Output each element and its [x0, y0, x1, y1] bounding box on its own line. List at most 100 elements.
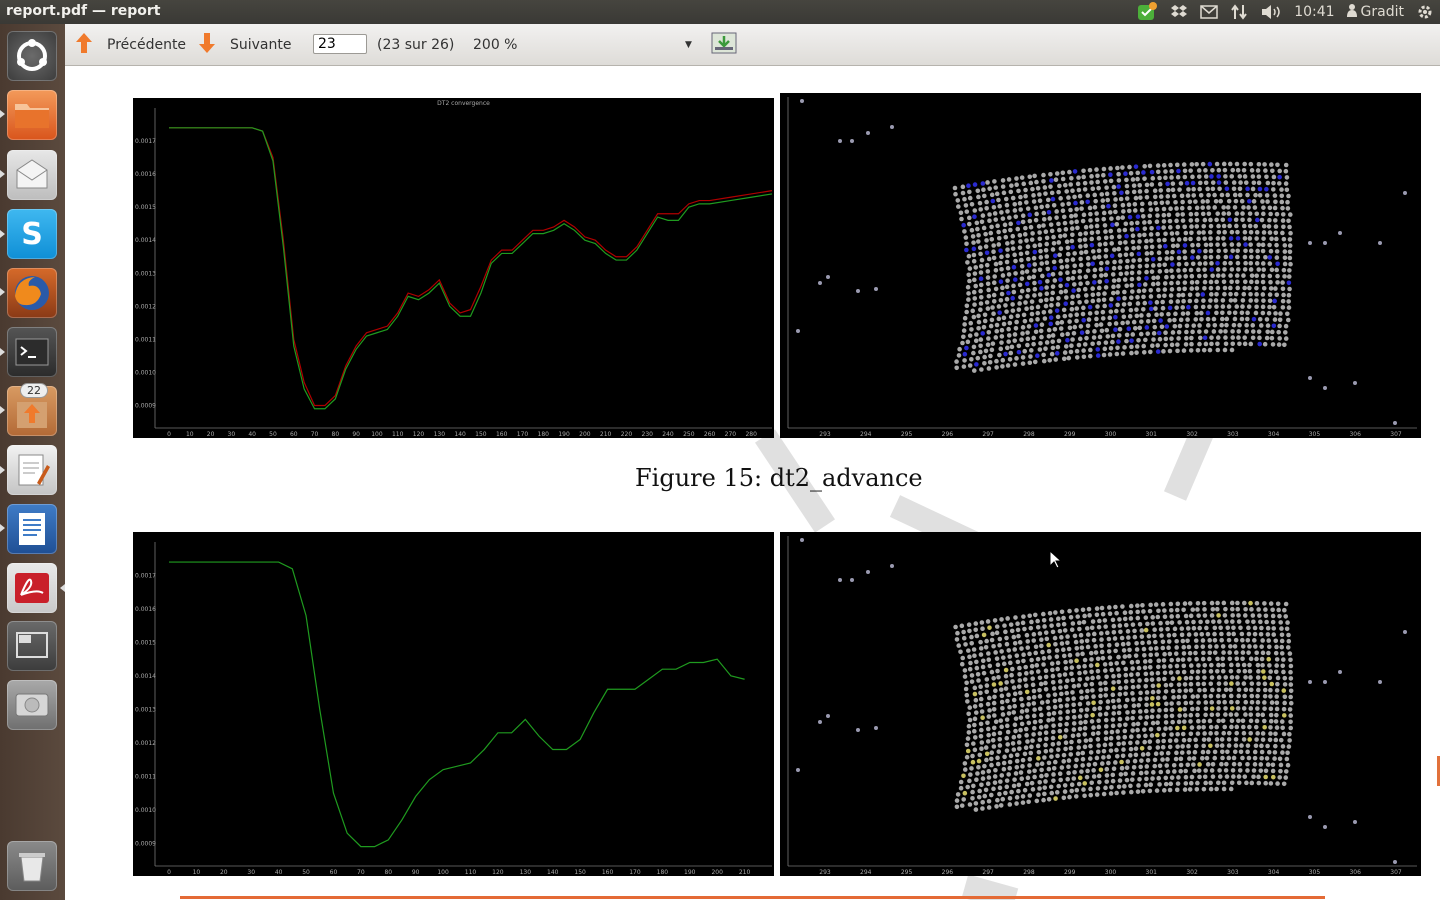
particle-point: [1254, 285, 1259, 291]
particle-point: [1273, 638, 1279, 644]
particle-point: [1179, 205, 1185, 211]
particle-point: [964, 754, 970, 760]
save-copy-button[interactable]: [711, 24, 737, 65]
particle-point: [1203, 248, 1208, 254]
particle-point: [1090, 712, 1095, 718]
particle-point: [1076, 620, 1082, 626]
network-icon[interactable]: [1224, 0, 1254, 24]
particle-point: [1286, 305, 1292, 310]
particle-point: [971, 246, 977, 252]
particle-point: [1254, 656, 1259, 662]
particle-point: [1268, 669, 1273, 674]
particle-point: [1170, 187, 1176, 193]
next-page-button[interactable]: Suivante: [196, 24, 292, 65]
particle-point: [1280, 298, 1286, 304]
particle-point: [1089, 681, 1095, 687]
particle-point: [1249, 607, 1254, 612]
particle-point: [1097, 712, 1103, 717]
particle-point: [1008, 189, 1014, 195]
dash-home-button[interactable]: [7, 31, 57, 81]
particle-point: [1179, 632, 1185, 638]
launcher-files[interactable]: [7, 90, 57, 140]
particle-point: [1248, 718, 1254, 724]
particle-point: [973, 621, 979, 626]
x-tick-label: 299: [1064, 431, 1076, 438]
launcher-firefox[interactable]: [7, 268, 57, 318]
particle-point: [1044, 254, 1050, 259]
page-number-input[interactable]: [313, 34, 367, 54]
dropbox-icon[interactable]: [1164, 0, 1194, 24]
launcher-software-updater[interactable]: 22: [7, 383, 57, 436]
particle-point: [1105, 699, 1111, 704]
system-gear-icon[interactable]: [1410, 0, 1440, 24]
particle-point: [1271, 304, 1277, 310]
particle-point: [1155, 281, 1161, 287]
document-view[interactable]: 0 10 20 30 40 50 60 70 80 90 100 110 120 130 140 150 160…: [65, 66, 1440, 900]
particle-point: [1084, 299, 1089, 304]
particle-point: [1031, 725, 1037, 731]
particle-point: [1206, 211, 1212, 217]
particle-point: [1099, 761, 1105, 766]
particle-point: [981, 225, 987, 231]
particle-point: [1110, 339, 1115, 345]
launcher-trash[interactable]: [7, 841, 57, 891]
particle-point: [1083, 249, 1089, 255]
particle-point: [1182, 280, 1188, 285]
particle-point: [1132, 208, 1138, 213]
particle-point: [969, 673, 975, 678]
particle-point: [1216, 248, 1221, 254]
particle-point: [1043, 686, 1049, 692]
particle-point: [1279, 199, 1285, 205]
particle-point: [1108, 748, 1114, 753]
launcher-workspace-switcher[interactable]: [7, 621, 57, 671]
particle-point: [1224, 316, 1230, 322]
volume-icon[interactable]: [1254, 0, 1288, 24]
user-menu[interactable]: Gradit: [1341, 0, 1410, 24]
particle-point: [990, 631, 995, 637]
launcher-terminal[interactable]: [7, 327, 57, 377]
particle-point: [1004, 680, 1009, 685]
particle-point: [1190, 607, 1196, 612]
particle-point: [1032, 286, 1038, 292]
particle-point: [993, 650, 998, 655]
particle-point: [1020, 794, 1026, 799]
mail-icon[interactable]: [1194, 0, 1224, 24]
scatter-plot-1: 293 294 295 296 297 298 299 300 301 302 303 304 305 3…: [780, 93, 1421, 438]
particle-point: [1077, 193, 1083, 199]
particle-point: [1033, 650, 1039, 656]
launcher-pdf-viewer[interactable]: [7, 563, 57, 613]
clock[interactable]: 10:41: [1288, 0, 1340, 24]
launcher-disk[interactable]: [7, 680, 57, 730]
particle-point: [969, 201, 975, 207]
particle-point: [1210, 687, 1215, 693]
zoom-select[interactable]: 200 % ▼: [473, 24, 697, 65]
particle-point: [1046, 272, 1052, 278]
particle-point: [1248, 687, 1254, 693]
particle-point: [1168, 299, 1174, 305]
particle-point: [1202, 731, 1207, 736]
particle-point: [1121, 790, 1126, 795]
particle-point: [1079, 200, 1085, 205]
particle-point: [1154, 646, 1159, 651]
launcher-text-editor[interactable]: [7, 445, 57, 495]
particle-point: [1261, 223, 1267, 229]
particle-point: [1260, 261, 1266, 266]
particle-point: [1031, 632, 1037, 637]
particle-point: [1231, 322, 1237, 328]
launcher-writer[interactable]: [7, 504, 57, 554]
particle-point: [975, 226, 980, 232]
particle-point: [1215, 780, 1221, 786]
launcher-mail[interactable]: [7, 150, 57, 200]
particle-point: [984, 199, 989, 205]
particle-point: [1006, 648, 1012, 653]
particle-point: [960, 340, 965, 346]
particle-point: [1093, 650, 1099, 655]
particle-point: [1235, 248, 1240, 254]
launcher-skype[interactable]: S: [7, 209, 57, 259]
update-indicator-icon[interactable]: [1130, 0, 1164, 24]
previous-page-button[interactable]: Précédente: [73, 24, 186, 65]
particle-point: [1020, 219, 1026, 225]
particle-point: [1031, 638, 1037, 643]
particle-point: [1072, 251, 1077, 256]
particle-point: [1194, 298, 1199, 304]
